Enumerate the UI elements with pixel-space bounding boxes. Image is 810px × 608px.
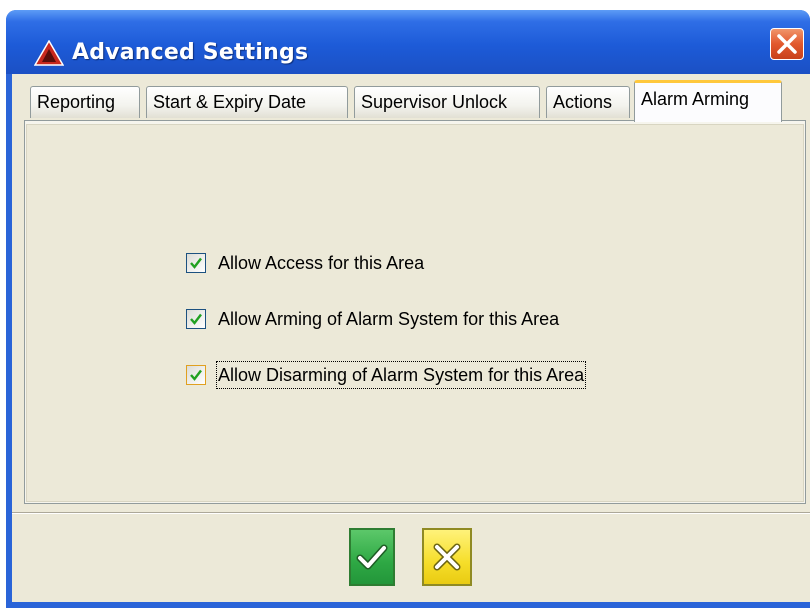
checkbox-label[interactable]: Allow Disarming of Alarm System for this… xyxy=(215,361,587,389)
checkmark-icon xyxy=(356,544,388,570)
checkbox[interactable] xyxy=(186,365,206,385)
tab-alarm-arming[interactable]: Alarm Arming xyxy=(634,80,782,122)
checkmark-icon xyxy=(190,313,202,325)
ok-button[interactable] xyxy=(349,528,395,586)
cancel-button[interactable] xyxy=(422,528,472,586)
checkbox-label[interactable]: Allow Arming of Alarm System for this Ar… xyxy=(218,307,559,331)
x-icon xyxy=(433,543,461,571)
checkbox[interactable] xyxy=(186,253,206,273)
warning-triangle-icon xyxy=(33,39,65,66)
title-bar[interactable]: Advanced Settings xyxy=(6,10,810,74)
tab-reporting[interactable]: Reporting xyxy=(30,86,140,118)
window-title: Advanced Settings xyxy=(72,40,309,65)
tab-actions[interactable]: Actions xyxy=(546,86,630,118)
tab-start-expiry-date[interactable]: Start & Expiry Date xyxy=(146,86,348,118)
checkbox-label[interactable]: Allow Access for this Area xyxy=(218,251,424,275)
tab-label: Alarm Arming xyxy=(641,89,750,109)
tab-supervisor-unlock[interactable]: Supervisor Unlock xyxy=(354,86,540,118)
tab-label: Supervisor Unlock xyxy=(361,92,508,112)
checkmark-icon xyxy=(190,257,202,269)
close-button[interactable] xyxy=(770,28,804,60)
tab-label: Actions xyxy=(553,92,613,112)
checkmark-icon xyxy=(190,369,202,381)
footer-divider xyxy=(12,512,810,514)
checkbox[interactable] xyxy=(186,309,206,329)
tab-label: Start & Expiry Date xyxy=(153,92,307,112)
tab-label: Reporting xyxy=(37,92,116,112)
